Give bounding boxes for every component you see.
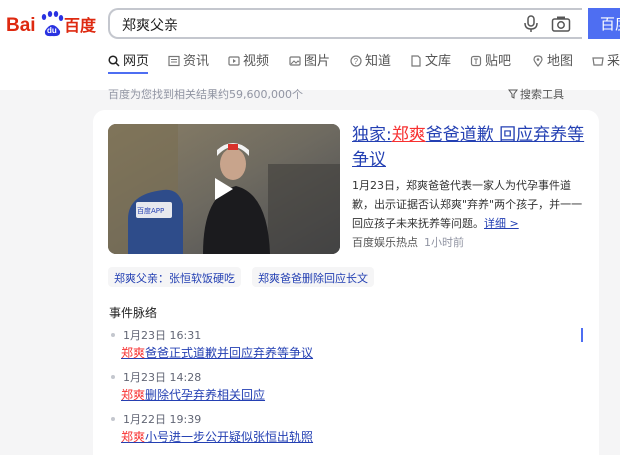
- search-query-text: 郑爽父亲: [122, 18, 178, 34]
- tab-zhidao[interactable]: ? 知道: [350, 50, 391, 69]
- tab-video[interactable]: 视频: [228, 50, 269, 69]
- tab-label: 贴吧: [485, 54, 512, 69]
- doc-icon: [411, 55, 421, 67]
- news-summary: 1月23日，郑爽爸爸代表一家人为代孕事件道歉，出示证据否认郑爽"弃养"两个孩子，…: [352, 176, 592, 233]
- result-count: 百度为您找到相关结果约59,600,000个: [108, 88, 303, 101]
- news-card: 百度APP 独家:郑爽爸爸道歉 回应弃养等争议 1月23日，郑爽爸爸代表一家人为…: [93, 110, 599, 455]
- filter-icon: [508, 89, 518, 99]
- event-title: 小号进一步公开疑似张恒出轨照: [145, 430, 314, 444]
- event-title: 删除代孕弃养相关回应: [145, 388, 266, 402]
- video-watermark: 百度APP: [137, 207, 165, 215]
- headline-highlight: 郑爽: [391, 125, 426, 145]
- search-tools-button[interactable]: 搜索工具: [508, 86, 564, 102]
- timeline-title: 事件脉络: [109, 306, 158, 320]
- tab-map[interactable]: 地图: [532, 50, 573, 69]
- timeline-event: 1月22日 19:39 郑爽小号进一步公开疑似张恒出轨照: [111, 411, 581, 447]
- news-icon: [168, 55, 180, 67]
- timeline-dot: [111, 375, 115, 379]
- tab-image[interactable]: 图片: [289, 50, 330, 69]
- related-chip[interactable]: 郑爽爸爸删除回应长文: [252, 267, 374, 287]
- video-icon: [228, 56, 240, 66]
- map-icon: [533, 55, 543, 67]
- tab-news[interactable]: 资讯: [168, 50, 209, 69]
- camera-icon[interactable]: [551, 15, 571, 33]
- event-time: 1月22日 19:39: [123, 413, 202, 426]
- play-icon[interactable]: [205, 172, 239, 206]
- time-ago: 1小时前: [424, 236, 464, 249]
- search-button[interactable]: 百度: [588, 8, 620, 39]
- tab-caigou[interactable]: 采购: [592, 50, 620, 69]
- tab-label: 文库: [425, 54, 452, 69]
- tab-label: 网页: [123, 54, 150, 69]
- tab-label: 图片: [304, 54, 331, 69]
- timeline-scrollbar[interactable]: [581, 328, 583, 342]
- baidu-logo[interactable]: Bai du 百度: [6, 9, 98, 39]
- event-title: 爸爸正式道歉并回应弃养等争议: [145, 346, 314, 360]
- svg-text:du: du: [47, 26, 57, 35]
- event-title-link[interactable]: 郑爽爸爸正式道歉并回应弃养等争议: [121, 344, 313, 361]
- event-title-link[interactable]: 郑爽删除代孕弃养相关回应: [121, 386, 265, 403]
- top-bar: Bai du 百度 郑爽父亲 百度 网页 资讯 视频 图片: [0, 0, 620, 90]
- tieba-icon: [470, 55, 482, 67]
- timeline-dot: [111, 417, 115, 421]
- timeline-event: 1月23日 16:31 郑爽爸爸正式道歉并回应弃养等争议: [111, 327, 581, 363]
- svg-text:?: ?: [354, 57, 359, 66]
- timeline-event: 1月23日 14:28 郑爽删除代孕弃养相关回应: [111, 369, 581, 405]
- search-tools-label: 搜索工具: [520, 88, 564, 101]
- more-link[interactable]: 详细 >: [484, 217, 519, 230]
- event-time: 1月23日 14:28: [123, 371, 202, 384]
- video-thumbnail[interactable]: 百度APP: [108, 124, 340, 254]
- news-source: 百度娱乐热点 1小时前: [352, 234, 464, 250]
- question-icon: ?: [350, 55, 362, 67]
- event-highlight: 郑爽: [121, 430, 146, 444]
- event-title-link[interactable]: 郑爽小号进一步公开疑似张恒出轨照: [121, 428, 313, 445]
- summary-text: 1月23日，郑爽爸爸代表一家人为代孕事件道歉，出示证据否认郑爽"弃养"两个孩子，…: [352, 179, 583, 230]
- tab-label: 知道: [365, 54, 392, 69]
- tab-web[interactable]: 网页: [108, 50, 149, 69]
- svg-text:Bai: Bai: [6, 15, 36, 36]
- timeline-dot: [111, 333, 115, 337]
- related-chip[interactable]: 郑爽父亲：张恒软饭硬吃: [108, 267, 241, 287]
- event-highlight: 郑爽: [121, 388, 146, 402]
- source-name: 百度娱乐热点: [352, 236, 418, 249]
- event-time: 1月23日 16:31: [123, 329, 202, 342]
- event-highlight: 郑爽: [121, 346, 146, 360]
- tab-wenku[interactable]: 文库: [410, 50, 451, 69]
- active-tab-indicator: [108, 72, 148, 74]
- image-icon: [289, 56, 301, 66]
- svg-text:百度: 百度: [64, 16, 97, 35]
- tab-label: 采购: [607, 54, 620, 69]
- tab-tieba[interactable]: 贴吧: [470, 50, 511, 69]
- news-headline-link[interactable]: 独家:郑爽爸爸道歉 回应弃养等争议: [352, 123, 592, 173]
- search-icon: [108, 55, 120, 67]
- search-input[interactable]: 郑爽父亲: [108, 8, 582, 39]
- headline-prefix: 独家:: [352, 125, 392, 145]
- tab-label: 视频: [243, 54, 270, 69]
- tab-label: 资讯: [183, 54, 210, 69]
- microphone-icon[interactable]: [522, 15, 540, 33]
- shop-icon: [592, 57, 604, 66]
- tab-label: 地图: [547, 54, 574, 69]
